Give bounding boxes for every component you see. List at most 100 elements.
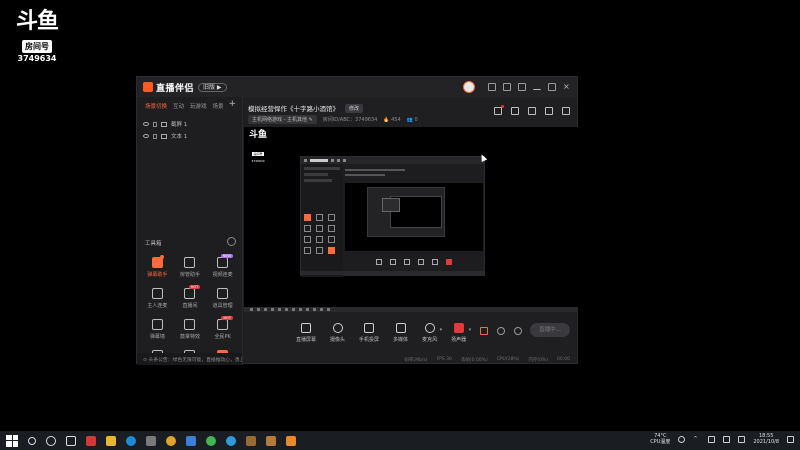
tab-play-game[interactable]: 玩游戏: [190, 102, 207, 110]
record-video-icon[interactable]: [480, 327, 488, 335]
source-item[interactable]: 截屏 1: [137, 118, 242, 130]
source-item[interactable]: 文本 1: [137, 130, 242, 142]
tool-danmaku-wall[interactable]: 弹幕墙: [141, 319, 174, 340]
minimize-icon[interactable]: [533, 85, 541, 90]
volume-icon[interactable]: [723, 435, 731, 443]
file-explorer-icon[interactable]: [106, 435, 116, 446]
category-pill[interactable]: 主机网络游戏 - 主机其他 ✎: [248, 115, 317, 124]
chevron-down-icon[interactable]: ▾: [469, 327, 472, 333]
add-scene-button[interactable]: +: [228, 99, 236, 109]
start-live-button[interactable]: 直播中...: [530, 323, 570, 337]
announcement-bar: ⊙ 头条公告：绿色无限可能，直播推动心，勇上一层楼: [137, 353, 242, 365]
tool-label: 主人连麦: [147, 303, 168, 309]
task-view-icon[interactable]: [66, 435, 76, 446]
nested-room-title: [345, 166, 483, 180]
tool-pk[interactable]: HOT 全民PK: [206, 316, 239, 340]
notify-dot: [159, 255, 164, 259]
app-brown-icon[interactable]: [266, 435, 276, 446]
douyu-logo: 斗鱼: [15, 9, 59, 34]
record-icon[interactable]: [528, 107, 536, 115]
camera-button[interactable]: 摄像头: [330, 323, 345, 343]
edge-icon[interactable]: [126, 435, 136, 446]
chevron-up-icon[interactable]: ^: [693, 436, 700, 443]
tool-label: 房管助手: [179, 272, 200, 278]
tab-scene[interactable]: 场景: [213, 102, 224, 110]
ime-icon[interactable]: [738, 435, 746, 443]
cpu-temp-widget[interactable]: 74°C CPU温度: [650, 433, 670, 445]
main-area: 模拟经营悍作《十字路小酒馆》 修改 主机网络游戏 - 主机其他 ✎ 房间ID/A…: [244, 97, 578, 365]
app-gray-icon[interactable]: [146, 435, 156, 446]
start-button[interactable]: [6, 434, 18, 447]
tool-host-call[interactable]: 主人连麦: [141, 288, 174, 309]
tool-video-call[interactable]: NEW 视频连麦: [206, 254, 239, 278]
share-icon[interactable]: [562, 107, 570, 115]
user-icon[interactable]: [678, 435, 686, 443]
eye-icon[interactable]: [143, 122, 149, 126]
search-icon[interactable]: [28, 436, 36, 445]
microphone-button[interactable]: ▾ 麦克风: [422, 323, 442, 343]
left-panel: 场景切换 互动 玩游戏 场景 + 截屏 1 文本 1 工具箱 弹幕助手 房管助手…: [137, 97, 243, 365]
pk-icon: [217, 319, 229, 330]
effects-icon[interactable]: [497, 327, 505, 335]
cpu-status: CPU(28%): [496, 357, 520, 362]
speaker-button[interactable]: ▾ 扬声器: [451, 323, 471, 343]
settings-gear-icon[interactable]: [514, 327, 522, 335]
avatar[interactable]: [463, 81, 475, 93]
phone-cast-button[interactable]: 手机投屏: [359, 323, 379, 343]
preview-taskbar: [244, 307, 578, 312]
tool-clap[interactable]: 鼓掌特效: [174, 319, 207, 340]
hot-count: 🔥 454: [383, 116, 401, 123]
dropped-frames-status: 丢帧(0.00%): [460, 358, 488, 363]
app-brown-icon[interactable]: [246, 435, 256, 446]
store-icon[interactable]: [186, 435, 196, 446]
room-label: 房间号: [22, 40, 52, 53]
skin-icon[interactable]: [503, 83, 511, 91]
app-green-icon[interactable]: [206, 435, 216, 446]
extra-actions: [480, 327, 522, 335]
tool-props[interactable]: 道具管理: [206, 288, 239, 309]
speaker-icon: [453, 323, 464, 333]
edit-title-button[interactable]: 修改: [345, 103, 364, 113]
lock-icon[interactable]: [153, 133, 157, 139]
nested-title-bar: [301, 157, 484, 164]
tool-live-room[interactable]: HOT 直播间: [174, 285, 207, 309]
message-icon[interactable]: [488, 83, 496, 91]
network-icon[interactable]: [708, 435, 716, 443]
live-room-icon: [184, 288, 196, 299]
maximize-icon[interactable]: [548, 83, 556, 91]
toolbox-heading: 工具箱: [145, 241, 162, 247]
notifications-icon[interactable]: [787, 435, 794, 443]
tool-admin[interactable]: 房管助手: [174, 257, 207, 278]
chevron-down-icon[interactable]: ▾: [440, 327, 443, 333]
lock-icon[interactable]: [511, 107, 519, 115]
toolbox-collapse-icon[interactable]: [227, 237, 236, 246]
preview-room-number: 3749634: [251, 159, 265, 163]
tool-danmaku[interactable]: 弹幕助手: [141, 255, 174, 278]
cortana-icon[interactable]: [46, 435, 56, 446]
live-companion-taskbar-icon[interactable]: [286, 435, 296, 446]
status-bar: 码率(Mb/s) FPS 30 丢帧(0.00%) CPU(28%) 内存(0%…: [244, 353, 578, 365]
old-version-button[interactable]: 旧版 ▶: [198, 82, 227, 92]
media-button[interactable]: 多媒体: [393, 323, 408, 343]
stream-preview[interactable]: 斗鱼 房间号 3749634: [244, 127, 578, 307]
scene-tabs: 场景切换 互动 玩游戏 场景: [137, 97, 242, 110]
tool-label: 手机投屏: [359, 337, 380, 343]
tab-interact[interactable]: 互动: [173, 102, 184, 110]
gift-icon[interactable]: [494, 105, 504, 115]
app-red-icon[interactable]: [86, 435, 96, 446]
app-logo-icon: [143, 82, 153, 92]
text-source-icon: [161, 133, 167, 139]
title-controls: ×: [463, 81, 571, 93]
menu-icon[interactable]: [518, 83, 526, 91]
clock[interactable]: 18:55 2021/10/8: [753, 433, 779, 445]
bell-icon[interactable]: [545, 107, 553, 115]
tab-scene-switch[interactable]: 场景切换: [145, 102, 167, 110]
lock-icon[interactable]: [153, 121, 157, 127]
close-icon[interactable]: ×: [563, 83, 571, 91]
app-blue-icon[interactable]: [226, 435, 236, 446]
eye-icon[interactable]: [143, 134, 149, 138]
nested-screen-capture: [300, 156, 485, 277]
screen-capture-button[interactable]: 直播屏幕: [296, 323, 316, 343]
title-bar[interactable]: 直播伴侣 旧版 ▶ ×: [137, 77, 577, 97]
chrome-icon[interactable]: [166, 435, 176, 446]
